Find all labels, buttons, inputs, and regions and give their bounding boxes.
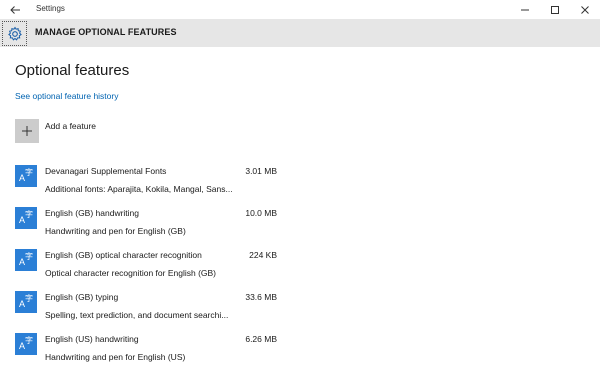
settings-home-button[interactable] [2, 21, 27, 46]
feature-description: Spelling, text prediction, and document … [45, 310, 229, 320]
language-feature-icon: A 字 [15, 165, 37, 187]
feature-item-english-gb-ocr[interactable]: A 字 English (GB) optical character recog… [15, 249, 277, 285]
plus-icon [22, 126, 32, 136]
svg-text:字: 字 [25, 293, 33, 303]
svg-text:字: 字 [25, 335, 33, 345]
back-button[interactable] [0, 0, 30, 20]
maximize-icon [551, 6, 559, 14]
back-arrow-icon [10, 6, 20, 14]
feature-name: English (GB) handwriting [45, 208, 140, 218]
language-feature-icon: A 字 [15, 333, 37, 355]
feature-description: Handwriting and pen for English (US) [45, 352, 186, 362]
feature-description: Additional fonts: Aparajita, Kokila, Man… [45, 184, 233, 194]
feature-name: English (GB) optical character recogniti… [45, 250, 202, 260]
gear-icon [7, 26, 22, 41]
feature-history-link[interactable]: See optional feature history [15, 91, 118, 101]
language-feature-icon: A 字 [15, 249, 37, 271]
feature-name: English (US) handwriting [45, 334, 139, 344]
feature-item-english-gb-handwriting[interactable]: A 字 English (GB) handwriting 10.0 MB Han… [15, 207, 277, 243]
feature-item-english-us-handwriting[interactable]: A 字 English (US) handwriting 6.26 MB Han… [15, 333, 277, 369]
window-title: Settings [36, 4, 65, 13]
close-icon [581, 6, 589, 14]
svg-text:字: 字 [25, 251, 33, 261]
add-feature-label[interactable]: Add a feature [45, 121, 96, 131]
feature-description: Handwriting and pen for English (GB) [45, 226, 186, 236]
language-feature-icon: A 字 [15, 207, 37, 229]
header-title: MANAGE OPTIONAL FEATURES [35, 27, 177, 37]
language-feature-icon: A 字 [15, 291, 37, 313]
svg-text:字: 字 [25, 167, 33, 177]
title-bar: Settings [0, 0, 600, 20]
page-title: Optional features [15, 62, 130, 79]
feature-name: Devanagari Supplemental Fonts [45, 166, 167, 176]
maximize-button[interactable] [540, 0, 570, 20]
feature-description: Optical character recognition for Englis… [45, 268, 217, 278]
feature-size: 10.0 MB [245, 208, 277, 218]
feature-size: 3.01 MB [245, 166, 277, 176]
minimize-icon [521, 9, 529, 11]
feature-size: 6.26 MB [245, 334, 277, 344]
feature-item-english-gb-typing[interactable]: A 字 English (GB) typing 33.6 MB Spelling… [15, 291, 277, 327]
feature-size: 33.6 MB [245, 292, 277, 302]
svg-text:字: 字 [25, 209, 33, 219]
close-button[interactable] [570, 0, 600, 20]
minimize-button[interactable] [510, 0, 540, 20]
feature-item-devanagari-fonts[interactable]: A 字 Devanagari Supplemental Fonts 3.01 M… [15, 165, 277, 201]
feature-size: 224 KB [249, 250, 277, 260]
feature-name: English (GB) typing [45, 292, 119, 302]
add-feature-button[interactable] [15, 119, 39, 143]
